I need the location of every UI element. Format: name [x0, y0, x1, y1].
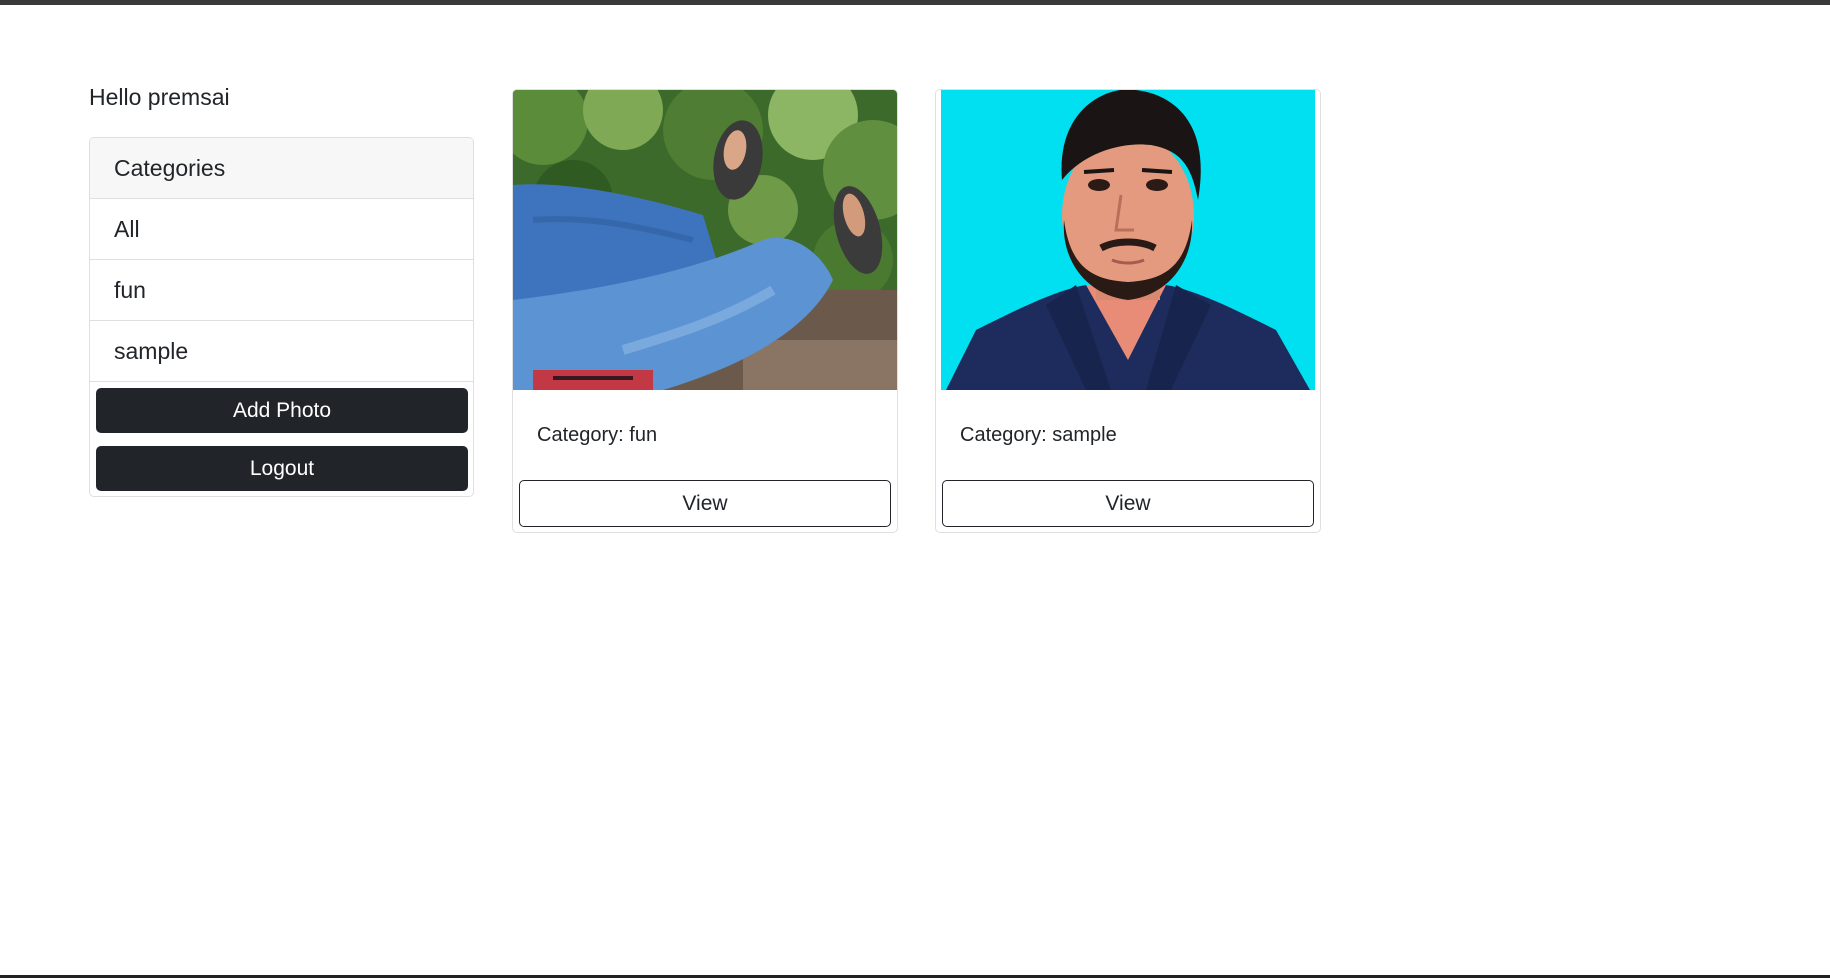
- category-item-fun[interactable]: fun: [90, 260, 473, 321]
- category-item-sample[interactable]: sample: [90, 321, 473, 382]
- photo-card-sample: Category: sample View: [935, 89, 1321, 533]
- photo-card-fun: Category: fun View: [512, 89, 898, 533]
- categories-panel: Categories All fun sample Add Photo Logo…: [89, 137, 474, 497]
- view-photo-button[interactable]: View: [942, 480, 1314, 527]
- category-item-all[interactable]: All: [90, 199, 473, 260]
- logout-button[interactable]: Logout: [96, 446, 468, 491]
- photo-legs-image[interactable]: [513, 90, 897, 390]
- categories-header: Categories: [90, 138, 473, 199]
- photo-category-label: Category: fun: [537, 424, 658, 446]
- view-photo-button[interactable]: View: [519, 480, 891, 527]
- photo-portrait-image[interactable]: [936, 90, 1320, 390]
- top-border: [0, 0, 1830, 5]
- photo-category-label: Category: sample: [960, 424, 1117, 446]
- greeting-text: Hello premsai: [89, 84, 230, 110]
- add-photo-button[interactable]: Add Photo: [96, 388, 468, 433]
